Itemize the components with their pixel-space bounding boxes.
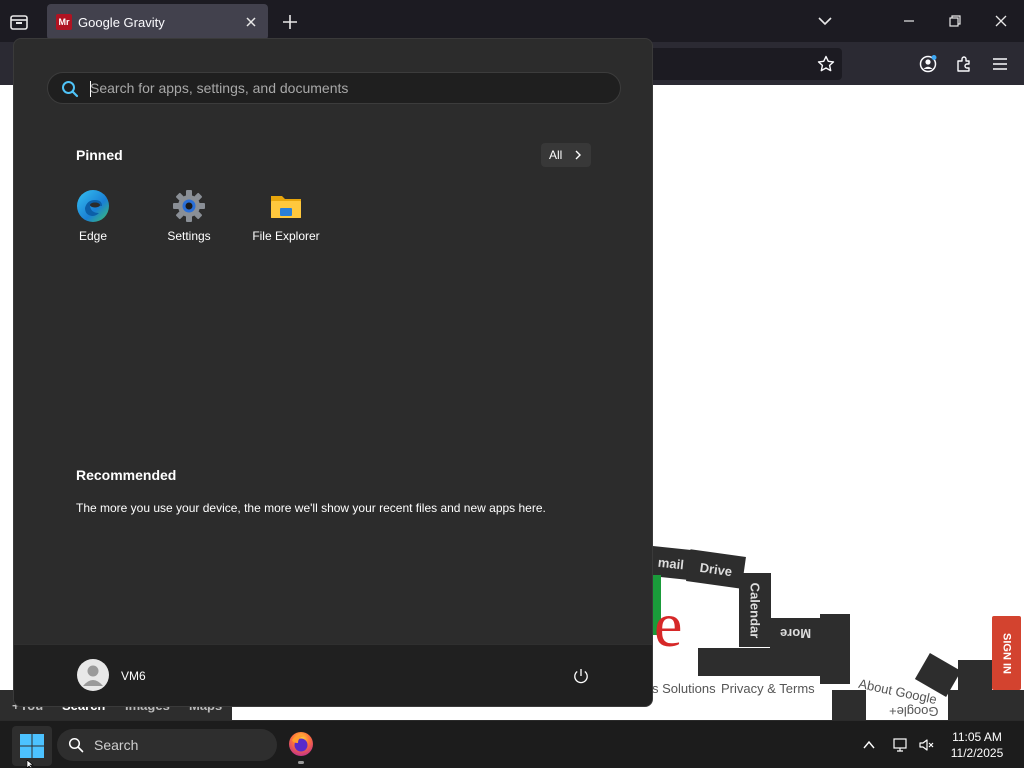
search-icon	[68, 737, 84, 753]
pinned-app-label: Edge	[78, 229, 108, 243]
search-box-block	[820, 614, 850, 684]
start-search-box[interactable]	[47, 72, 621, 104]
google-plus-link[interactable]: Google+	[889, 704, 939, 719]
menu-icon[interactable]	[990, 54, 1010, 74]
search-button-block	[698, 648, 820, 676]
taskbar-search-label: Search	[94, 737, 139, 753]
folder-icon	[271, 196, 301, 218]
user-icon	[83, 665, 103, 686]
pinned-app-settings[interactable]: Settings	[141, 189, 237, 249]
gmail-label: mail	[657, 554, 685, 572]
network-icon[interactable]	[892, 737, 908, 753]
drive-label: Drive	[698, 559, 734, 579]
clock-date: 11/2/2025	[950, 746, 1004, 760]
calendar-label: Calendar	[747, 582, 763, 638]
more-block[interactable]: More	[770, 618, 822, 648]
pinned-title: Pinned	[76, 147, 123, 163]
recommended-empty-text: The more you use your device, the more w…	[76, 501, 546, 515]
settings-gear-icon	[173, 190, 205, 222]
tab-title: Google Gravity	[78, 14, 165, 30]
start-menu: Pinned All Edge	[13, 38, 653, 707]
pinned-app-label: Settings	[167, 229, 211, 243]
recommended-title: Recommended	[76, 467, 177, 483]
logo-letter-e: e	[654, 589, 683, 660]
pinned-app-file-explorer[interactable]: File Explorer	[238, 189, 334, 249]
taskbar-search[interactable]: Search	[57, 729, 277, 761]
account-icon[interactable]	[918, 54, 938, 74]
star-icon[interactable]	[816, 54, 836, 74]
edge-icon	[77, 190, 109, 222]
system-clock[interactable]: 11:05 AM 11/2/2025	[942, 729, 1012, 761]
url-bar[interactable]	[640, 48, 842, 80]
all-apps-button[interactable]: All	[541, 143, 591, 167]
close-window-icon[interactable]	[992, 12, 1010, 30]
tab-google-gravity[interactable]: Mr Google Gravity	[47, 4, 268, 40]
pinned-app-edge[interactable]: Edge	[45, 189, 141, 249]
close-icon[interactable]	[243, 14, 259, 30]
minimize-icon[interactable]	[900, 12, 918, 30]
calendar-block[interactable]: Calendar	[739, 573, 771, 647]
plus-icon[interactable]	[280, 12, 300, 32]
clock-time: 11:05 AM	[952, 730, 1002, 744]
falling-block	[832, 690, 866, 720]
privacy-terms-link[interactable]: Privacy & Terms	[721, 681, 815, 696]
falling-block	[948, 690, 1024, 720]
volume-muted-icon[interactable]	[918, 737, 934, 753]
browser-titlebar: Mr Google Gravity	[0, 0, 1024, 42]
mouse-cursor-icon	[26, 760, 34, 768]
tab-list-icon[interactable]	[8, 11, 30, 33]
firefox-icon[interactable]	[288, 731, 314, 757]
chevron-down-icon[interactable]	[816, 12, 834, 30]
restore-icon[interactable]	[946, 12, 964, 30]
sign-in-button[interactable]: SIGN IN	[992, 616, 1021, 690]
sign-in-label: SIGN IN	[1000, 632, 1013, 674]
business-solutions-link[interactable]: s Solutions	[652, 681, 716, 696]
user-name[interactable]: VM6	[121, 669, 146, 683]
power-icon[interactable]	[572, 667, 590, 685]
start-menu-footer: VM6	[14, 644, 652, 706]
search-icon	[62, 81, 79, 98]
running-indicator	[298, 761, 304, 764]
favicon-icon: Mr	[56, 14, 72, 30]
start-search-input[interactable]	[90, 73, 610, 103]
taskbar: Search 11:05 AM 11/2/2025	[0, 720, 1024, 768]
extensions-icon[interactable]	[954, 54, 974, 74]
user-avatar[interactable]	[77, 659, 109, 691]
pinned-app-label: File Explorer	[252, 229, 320, 243]
more-label: More	[780, 625, 812, 641]
chevron-up-icon[interactable]	[861, 737, 877, 753]
chevron-right-icon	[575, 150, 581, 160]
all-apps-label: All	[549, 148, 563, 162]
